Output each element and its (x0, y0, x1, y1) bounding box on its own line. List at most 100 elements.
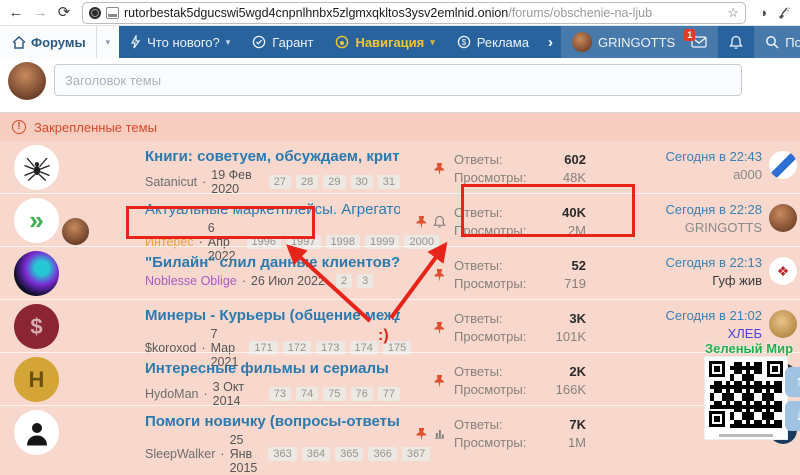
nav-search[interactable]: Поиск (754, 26, 800, 58)
replies-label: Ответы: (454, 311, 526, 326)
svg-text:$: $ (462, 38, 467, 47)
ornament-icon: ❖ (777, 263, 790, 280)
qr-watermark: Зеленый Мир (705, 341, 789, 439)
nav-forums-tab[interactable]: Форумы (0, 26, 96, 58)
page-badge[interactable]: 28 (296, 175, 318, 189)
nav-forums-dropdown[interactable]: ▾ (96, 26, 120, 58)
last-poster-avatar[interactable]: ❖ (769, 257, 797, 285)
double-chevron-avatar[interactable]: » (14, 198, 59, 243)
replies-label: Ответы: (454, 364, 526, 379)
pinned-section-header: ! Закрепленные темы (0, 113, 800, 141)
navigation-icon (335, 35, 349, 49)
thread-title-input[interactable] (54, 64, 742, 96)
last-post-time-link[interactable]: Сегодня в 21:02 (590, 308, 762, 323)
url-text[interactable]: rutorbestak5dgucswi5wgd4cnpnlhnbx5zlgmxq… (124, 6, 652, 20)
thread-title-link[interactable]: Помоги новичку (вопросы-ответы) (145, 413, 400, 430)
page-links: 73 74 75 76 77 (269, 387, 400, 401)
forward-icon[interactable]: → (30, 0, 50, 26)
page-badge[interactable]: 30 (351, 175, 373, 189)
info-icon: ! (12, 120, 26, 134)
page-badge[interactable]: 29 (323, 175, 345, 189)
page-icon (106, 7, 119, 19)
nav-user-menu[interactable]: GRINGOTTS 1 (561, 26, 718, 58)
address-bar[interactable]: rutorbestak5dgucswi5wgd4cnpnlhnbx5zlgmxq… (82, 2, 746, 24)
thread-title-link[interactable]: Актуальные маркетплейсы. Агрегатор новос… (145, 201, 400, 218)
new-thread-bar (0, 58, 800, 113)
nav-whats-new[interactable]: Что нового? ▾ (119, 26, 241, 58)
last-poster-avatar[interactable] (769, 204, 797, 232)
thread-title-link[interactable]: Минеры - Курьеры (общение между собой) (145, 307, 400, 324)
letter-h-avatar[interactable]: H (14, 357, 59, 402)
replies-label: Ответы: (454, 205, 526, 220)
lightning-icon (130, 35, 141, 49)
qr-label: Зеленый Мир (705, 341, 789, 356)
page-badge[interactable]: 365 (335, 447, 363, 461)
thread-row: » Актуальные маркетплейсы. Агрегатор нов… (0, 193, 800, 246)
views-label: Просмотры: (454, 170, 526, 185)
bookmark-star-icon[interactable]: ☆ (727, 5, 739, 21)
pin-icon (415, 215, 428, 229)
recent-poster-avatar[interactable] (62, 218, 89, 245)
nav-garant[interactable]: Гарант (241, 26, 324, 58)
thread-author-link[interactable]: Satanicut (145, 175, 197, 189)
spider-avatar[interactable] (14, 145, 59, 190)
spider-icon (22, 153, 52, 183)
views-label: Просмотры: (454, 276, 526, 291)
bell-icon (729, 35, 743, 50)
nav-navigation[interactable]: Навигация ▾ (324, 26, 445, 58)
forum-navbar: Форумы ▾ Что нового? ▾ Гарант Навигация … (0, 26, 800, 58)
views-label: Просмотры: (454, 435, 526, 450)
nav-ads[interactable]: $ Реклама (446, 26, 540, 58)
thread-row: H Интересные фильмы и сериалы HydoMan · … (0, 352, 800, 405)
thread-author-link[interactable]: SleepWalker (145, 447, 215, 461)
page-badge[interactable]: 76 (351, 387, 373, 401)
page-badge[interactable]: 31 (378, 175, 400, 189)
qr-code (705, 357, 787, 439)
last-post-time-link[interactable]: Сегодня в 22:13 (590, 255, 762, 270)
thread-date: 25 Янв 2015 (230, 433, 258, 475)
neon-art-avatar[interactable] (14, 251, 59, 296)
page-badge[interactable]: 3 (357, 274, 373, 288)
page-badge[interactable]: 27 (269, 175, 291, 189)
page-badge[interactable]: 77 (378, 387, 400, 401)
page-badge[interactable]: 366 (368, 447, 396, 461)
person-avatar[interactable] (14, 410, 59, 455)
reload-icon[interactable]: ⟳ (54, 0, 74, 26)
page-badge[interactable]: 75 (323, 387, 345, 401)
thread-date: 26 Июл 2022 (251, 274, 325, 288)
shield-check-icon (252, 35, 266, 49)
page-badge[interactable]: 73 (269, 387, 291, 401)
new-identity-broom-icon[interactable] (776, 6, 794, 20)
last-poster-avatar[interactable] (769, 151, 797, 179)
browser-toolbar: ← → ⟳ rutorbestak5dgucswi5wgd4cnpnlhnbx5… (0, 0, 800, 26)
nav-expand-chevron[interactable]: › (540, 26, 561, 58)
last-post-time-link[interactable]: Сегодня в 22:43 (590, 149, 762, 164)
thread-title-link[interactable]: Книги: советуем, обсуждаем, критикуем и … (145, 148, 400, 165)
page-badge[interactable]: 74 (296, 387, 318, 401)
last-post-time-link[interactable]: Сегодня в 22:28 (590, 202, 762, 217)
replies-label: Ответы: (454, 152, 526, 167)
thread-title-link[interactable]: Интересные фильмы и сериалы (145, 360, 400, 377)
page-badge[interactable]: 363 (268, 447, 296, 461)
replies-value: 7K (526, 417, 590, 432)
shield-icon[interactable]: ◑ (754, 5, 772, 20)
page-badge[interactable]: 2 (336, 274, 352, 288)
thread-date: 19 Фев 2020 (211, 168, 257, 196)
views-label: Просмотры: (454, 382, 526, 397)
page-links: 23 (336, 274, 373, 288)
inbox-button[interactable]: 1 (691, 36, 707, 48)
views-value: 101K (526, 329, 590, 344)
thread-author-link[interactable]: HydoMan (145, 387, 199, 401)
last-poster-avatar[interactable] (769, 310, 797, 338)
page-badge[interactable]: 364 (302, 447, 330, 461)
dollar-avatar[interactable]: $ (14, 304, 59, 349)
back-icon[interactable]: ← (6, 0, 26, 26)
scroll-down-button[interactable]: ↓ (785, 401, 800, 431)
replies-value: 602 (526, 152, 590, 167)
pin-icon (433, 268, 446, 282)
scroll-up-button[interactable]: ↑ (785, 367, 800, 397)
views-value: 166K (526, 382, 590, 397)
thread-author-link[interactable]: Noblesse Oblige (145, 274, 237, 288)
thread-title-link[interactable]: "Билайн" слил данные клиентов? (145, 254, 400, 271)
alerts-bell-button[interactable] (718, 26, 754, 58)
